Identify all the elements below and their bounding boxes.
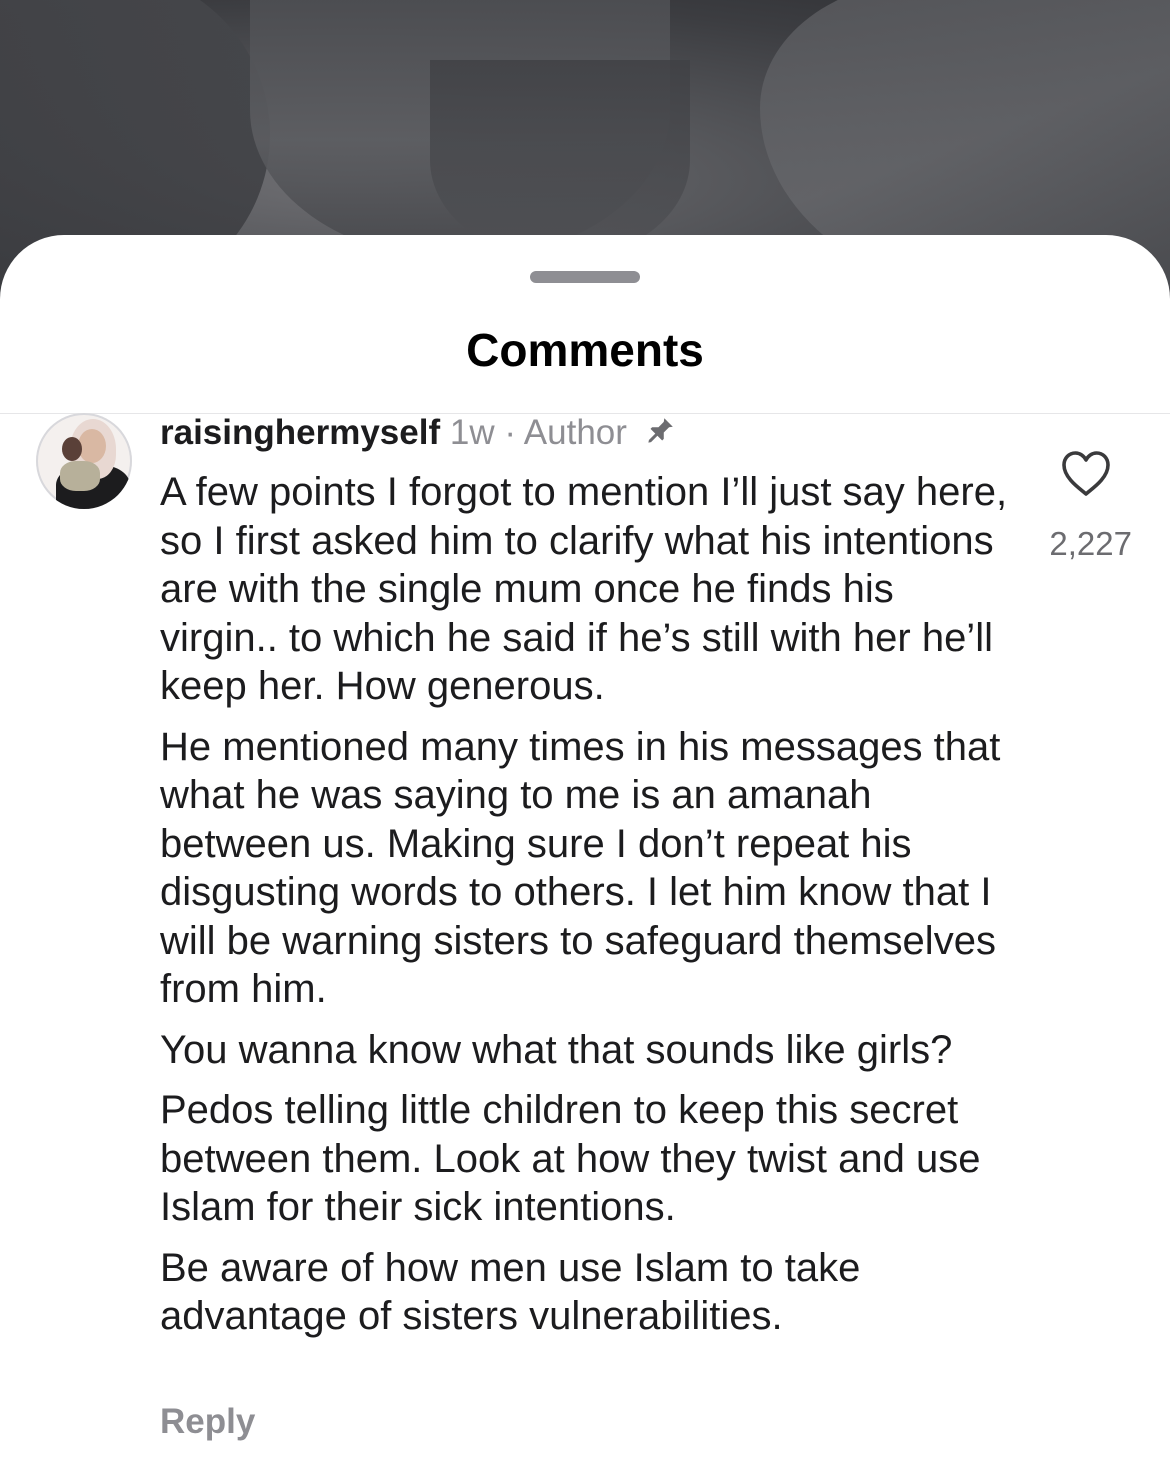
pin-icon (641, 414, 677, 450)
comment-paragraph: Be aware of how men use Islam to take ad… (160, 1245, 861, 1339)
heart-outline-icon[interactable] (1060, 450, 1112, 498)
avatar[interactable] (36, 413, 132, 509)
comment-paragraph: A few points I forgot to mention I’ll ju… (160, 470, 1008, 708)
meta-separator: · (504, 413, 516, 452)
comment-paragraph: He mentioned many times in his messages … (160, 724, 1001, 1012)
sheet-grabber-handle[interactable] (530, 271, 640, 283)
comment-body: A few points I forgot to mention I’ll ju… (160, 468, 1020, 1353)
comment-paragraph: You wanna know what that sounds like gir… (160, 1027, 953, 1072)
like-count: 2,227 (1049, 525, 1132, 562)
comment-username[interactable]: raisinghermyself (160, 413, 440, 452)
author-badge: Author (523, 413, 627, 452)
comment-paragraph: Pedos telling little children to keep th… (160, 1088, 981, 1229)
comment-timestamp: 1w (449, 413, 495, 452)
reply-button[interactable]: Reply (160, 1402, 255, 1442)
sheet-title: Comments (466, 324, 704, 376)
comment-meta: raisinghermyself 1w · Author (160, 413, 677, 453)
comments-sheet: Comments raisinghermyself 1w · Author A … (0, 235, 1170, 1481)
fabric-fold (430, 60, 690, 260)
